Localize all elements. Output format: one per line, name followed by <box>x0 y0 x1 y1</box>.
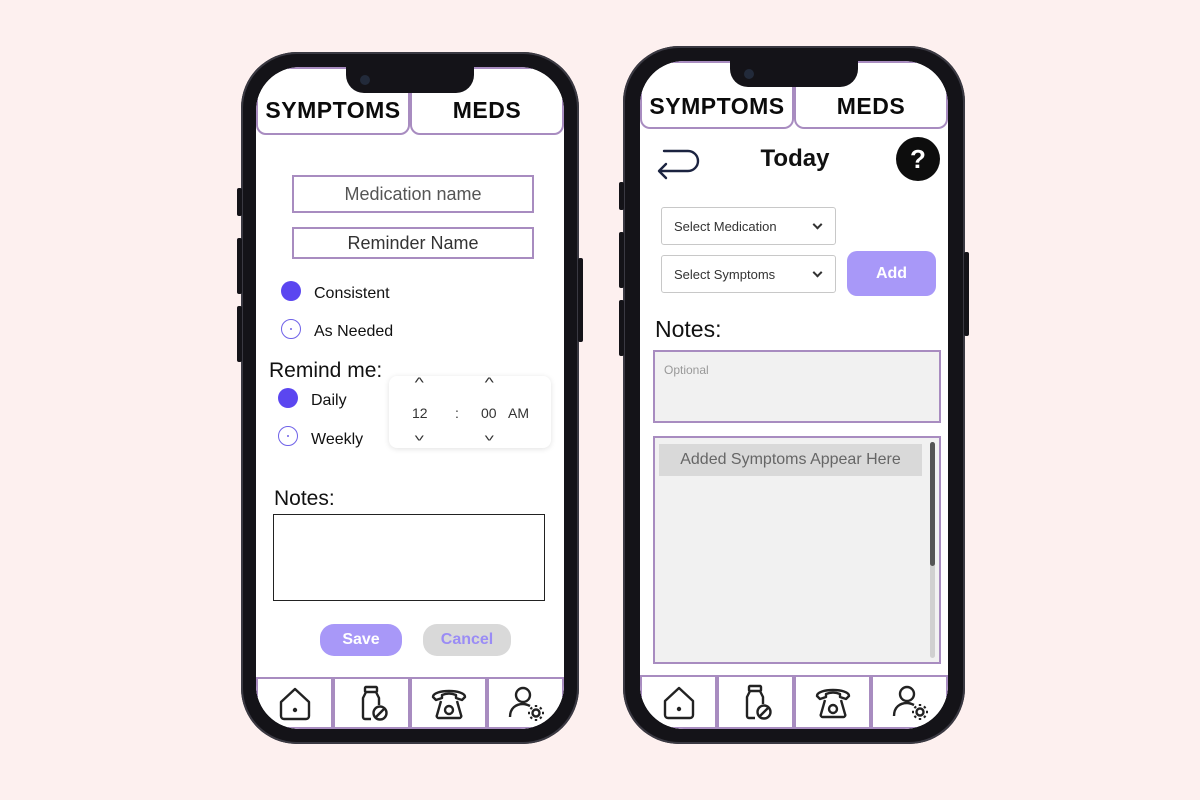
bottom-nav <box>640 675 948 729</box>
scrollbar-thumb[interactable] <box>930 442 935 566</box>
select-symptoms-label: Select Symptoms <box>674 266 776 282</box>
select-medication-dropdown[interactable]: Select Medication <box>661 207 836 245</box>
period-value[interactable]: AM <box>508 405 529 421</box>
hour-value[interactable]: 12 <box>412 405 428 421</box>
left-phone: SYMPTOMS MEDS Medication name Reminder N… <box>237 52 583 744</box>
notes-label: Notes: <box>274 487 335 510</box>
remind-me-label: Remind me: <box>269 359 383 382</box>
nav-phone[interactable] <box>794 675 871 729</box>
left-screen: SYMPTOMS MEDS Medication name Reminder N… <box>256 67 564 729</box>
nav-medication[interactable] <box>333 677 410 729</box>
symptoms-placeholder: Added Symptoms Appear Here <box>659 444 922 476</box>
radio-consistent[interactable] <box>281 281 301 301</box>
hour-down-icon[interactable]: ^ <box>415 428 424 444</box>
hour-up-icon[interactable]: ^ <box>415 374 424 390</box>
nav-home[interactable] <box>256 677 333 729</box>
notes-textarea[interactable]: Optional <box>653 350 941 423</box>
time-separator: : <box>455 405 459 421</box>
page-title: Today <box>760 145 830 172</box>
notes-label: Notes: <box>655 316 722 342</box>
radio-weekly[interactable] <box>278 426 298 446</box>
minute-up-icon[interactable]: ^ <box>485 374 494 390</box>
scrollbar[interactable] <box>930 442 935 658</box>
reminder-name-input[interactable]: Reminder Name <box>292 227 534 259</box>
select-symptoms-dropdown[interactable]: Select Symptoms <box>661 255 836 293</box>
notch <box>730 61 858 87</box>
home-icon <box>663 686 694 720</box>
user-settings-icon <box>508 686 544 721</box>
right-screen: SYMPTOMS MEDS Today ? Select Medication … <box>640 61 948 729</box>
nav-home[interactable] <box>640 675 717 729</box>
radio-as-needed[interactable] <box>281 319 301 339</box>
back-arrow-icon[interactable] <box>654 147 702 183</box>
select-medication-label: Select Medication <box>674 218 777 234</box>
weekly-label: Weekly <box>311 431 364 448</box>
telephone-icon <box>431 689 466 720</box>
medication-name-input[interactable]: Medication name <box>292 175 534 213</box>
help-button[interactable]: ? <box>896 137 940 181</box>
notes-textarea[interactable] <box>273 514 545 601</box>
notch <box>346 67 474 93</box>
minute-down-icon[interactable]: ^ <box>485 428 494 444</box>
consistent-label: Consistent <box>314 285 390 302</box>
chevron-down-icon <box>812 267 823 278</box>
nav-user-settings[interactable] <box>487 677 564 729</box>
medication-icon <box>745 684 772 720</box>
right-phone: SYMPTOMS MEDS Today ? Select Medication … <box>619 46 969 744</box>
time-picker[interactable]: ^ ^ 12 : 00 AM ^ ^ <box>389 374 551 448</box>
daily-label: Daily <box>311 392 347 409</box>
telephone-icon <box>815 688 850 719</box>
nav-phone[interactable] <box>410 677 487 729</box>
save-button[interactable]: Save <box>320 624 402 656</box>
symptoms-list[interactable]: Added Symptoms Appear Here <box>653 436 941 664</box>
notes-placeholder: Optional <box>664 363 709 377</box>
medication-icon <box>361 685 388 721</box>
radio-daily[interactable] <box>278 388 298 408</box>
minute-value[interactable]: 00 <box>481 405 497 421</box>
cancel-button[interactable]: Cancel <box>423 624 511 656</box>
home-icon <box>279 687 310 721</box>
nav-medication[interactable] <box>717 675 794 729</box>
as-needed-label: As Needed <box>314 323 394 340</box>
bottom-nav <box>256 677 564 729</box>
chevron-down-icon <box>812 219 823 230</box>
user-settings-icon <box>892 685 928 720</box>
add-button[interactable]: Add <box>847 251 936 296</box>
nav-user-settings[interactable] <box>871 675 948 729</box>
